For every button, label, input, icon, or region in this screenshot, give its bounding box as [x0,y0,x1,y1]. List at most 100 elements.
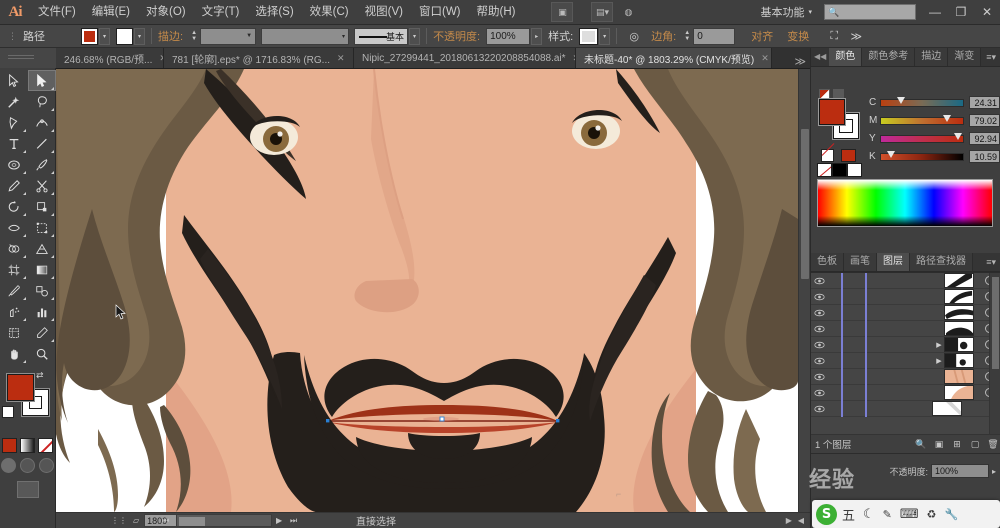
quick-none-swatch[interactable] [817,163,832,177]
none-button[interactable] [38,438,53,453]
tools-panel-grip[interactable] [0,48,56,68]
panel-collapse-icon[interactable]: ◀◀ [811,48,829,66]
lock-cell[interactable] [828,385,841,401]
zoom-tool[interactable] [28,343,56,364]
panel-tab-brushes[interactable]: 画笔 [844,253,877,271]
panel-tab-color-guide[interactable]: 颜色参考 [862,48,916,66]
curvature-tool[interactable] [28,112,56,133]
corner-stepper[interactable]: ▲ ▼ [682,28,692,45]
lock-cell[interactable] [828,273,841,289]
eye-icon[interactable] [811,353,828,369]
layers-scrollbar[interactable] [989,273,1000,434]
cmyk-slider-k[interactable]: K 10.59 % [869,149,1000,164]
gradient-button[interactable] [20,438,35,453]
menu-view[interactable]: 视图(V) [357,0,411,25]
color-button[interactable] [2,438,17,453]
options-grip-icon[interactable]: ⋮ [8,31,17,42]
layer-row[interactable] [811,400,1000,417]
last-artboard-icon[interactable]: ⏭ [290,516,297,526]
artboard-navigation-bar[interactable] [176,514,272,527]
perspective-grid-tool[interactable] [28,238,56,259]
color-none-swatch[interactable] [821,149,834,162]
stroke-dropdown-arrow[interactable]: ▾ [134,27,145,45]
eye-icon[interactable] [811,337,828,353]
slider-knob-c[interactable] [897,96,905,104]
recolor-artwork-icon[interactable]: ◎ [625,27,643,45]
first-artboard-icon[interactable]: ⏮ [162,516,169,526]
menu-type[interactable]: 文字(T) [194,0,248,25]
ellipse-tool[interactable] [0,154,28,175]
width-tool[interactable] [0,217,28,238]
direct-selection-tool[interactable] [28,70,56,91]
more-options-icon[interactable]: ≫ [847,27,865,45]
swap-fill-stroke-icon[interactable]: ⇄ [36,370,47,381]
eye-icon[interactable] [811,289,828,305]
panel-tab-color[interactable]: 颜色 [829,48,863,66]
quick-black-swatch[interactable] [832,163,847,177]
workspace-selector[interactable]: 基本功能 ▾ [754,0,818,25]
slider-knob-k[interactable] [887,150,895,158]
ime-pen-icon[interactable]: ✎ [880,508,895,521]
menu-select[interactable]: 选择(S) [247,0,301,25]
slider-value-c[interactable]: 24.31 [969,96,1000,109]
new-sublayer-icon[interactable]: ⊞ [950,437,964,451]
corner-label[interactable]: 边角: [651,28,676,44]
pencil-tool[interactable] [0,175,28,196]
stock-icon[interactable]: ◍ [617,2,639,22]
blend-tool[interactable] [28,280,56,301]
eye-icon[interactable] [811,305,828,321]
chevron-right-icon[interactable]: ▸ [992,467,996,476]
zoom-out-icon[interactable]: ▱ [130,516,142,525]
scrollbar-thumb[interactable] [801,129,809,279]
eyedropper-tool[interactable] [0,280,28,301]
magic-wand-tool[interactable] [0,91,28,112]
layer-row[interactable] [811,384,1000,401]
panel-menu-icon[interactable]: ≡▾ [982,253,1000,271]
stroke-profile-dropdown[interactable]: ▾ [261,27,350,45]
layers-list[interactable]: ▶ ▶ [811,272,1000,434]
slider-value-y[interactable]: 92.94 [969,132,1000,145]
artboard-tool[interactable] [0,322,28,343]
ime-mode-chinese-icon[interactable]: 五 [839,505,858,524]
draw-inside-button[interactable] [39,458,54,473]
status-prev-icon[interactable]: ◀ [798,516,804,525]
layer-row[interactable] [811,288,1000,305]
type-tool[interactable] [0,133,28,154]
fill-dropdown-arrow[interactable]: ▾ [99,27,110,45]
doc-tab-1[interactable]: 246.68% (RGB/预... ✕ [56,48,164,68]
search-input[interactable]: 🔍 [824,4,916,20]
make-clipping-mask-icon[interactable]: ▣ [932,437,946,451]
slider-track-m[interactable] [880,114,964,125]
eye-icon[interactable] [811,369,828,385]
cmyk-slider-m[interactable]: M 79.02 % [869,113,1000,128]
lock-cell[interactable] [828,337,841,353]
slice-tool[interactable] [28,322,56,343]
menu-file[interactable]: 文件(F) [30,0,84,25]
slider-knob-m[interactable] [943,114,951,122]
menu-edit[interactable]: 编辑(E) [84,0,138,25]
style-swatch[interactable] [579,27,599,45]
paintbrush-tool[interactable] [28,154,56,175]
expand-triangle[interactable]: ▶ [934,341,944,349]
next-artboard-icon[interactable]: ▶ [276,516,282,525]
stroke-swatch[interactable] [116,27,133,45]
align-label[interactable]: 对齐 [751,28,773,44]
doc-tab-2[interactable]: 781 [轮廓].eps* @ 1716.83% (RG... ✕ [164,48,354,68]
panel-tab-swatches[interactable]: 色板 [811,253,844,271]
layers-scrollbar-thumb[interactable] [992,277,999,369]
ime-keyboard-icon[interactable]: ⌨ [897,506,922,522]
opacity-dropdown-arrow[interactable]: ▸ [531,27,543,45]
artboard-nav-thumb[interactable] [179,517,205,526]
column-graph-tool[interactable] [28,301,56,322]
layer-row[interactable]: ▶ [811,336,1000,353]
free-transform-tool[interactable] [28,217,56,238]
eye-icon[interactable] [811,385,828,401]
scale-tool[interactable] [28,196,56,217]
symbol-sprayer-tool[interactable] [0,301,28,322]
lasso-tool[interactable] [28,91,56,112]
layer-row[interactable] [811,320,1000,337]
close-icon[interactable]: ✕ [337,53,345,64]
line-segment-tool[interactable] [28,133,56,154]
stroke-weight-field[interactable]: ▼ [200,27,257,45]
slider-value-k[interactable]: 10.59 [969,150,1000,163]
